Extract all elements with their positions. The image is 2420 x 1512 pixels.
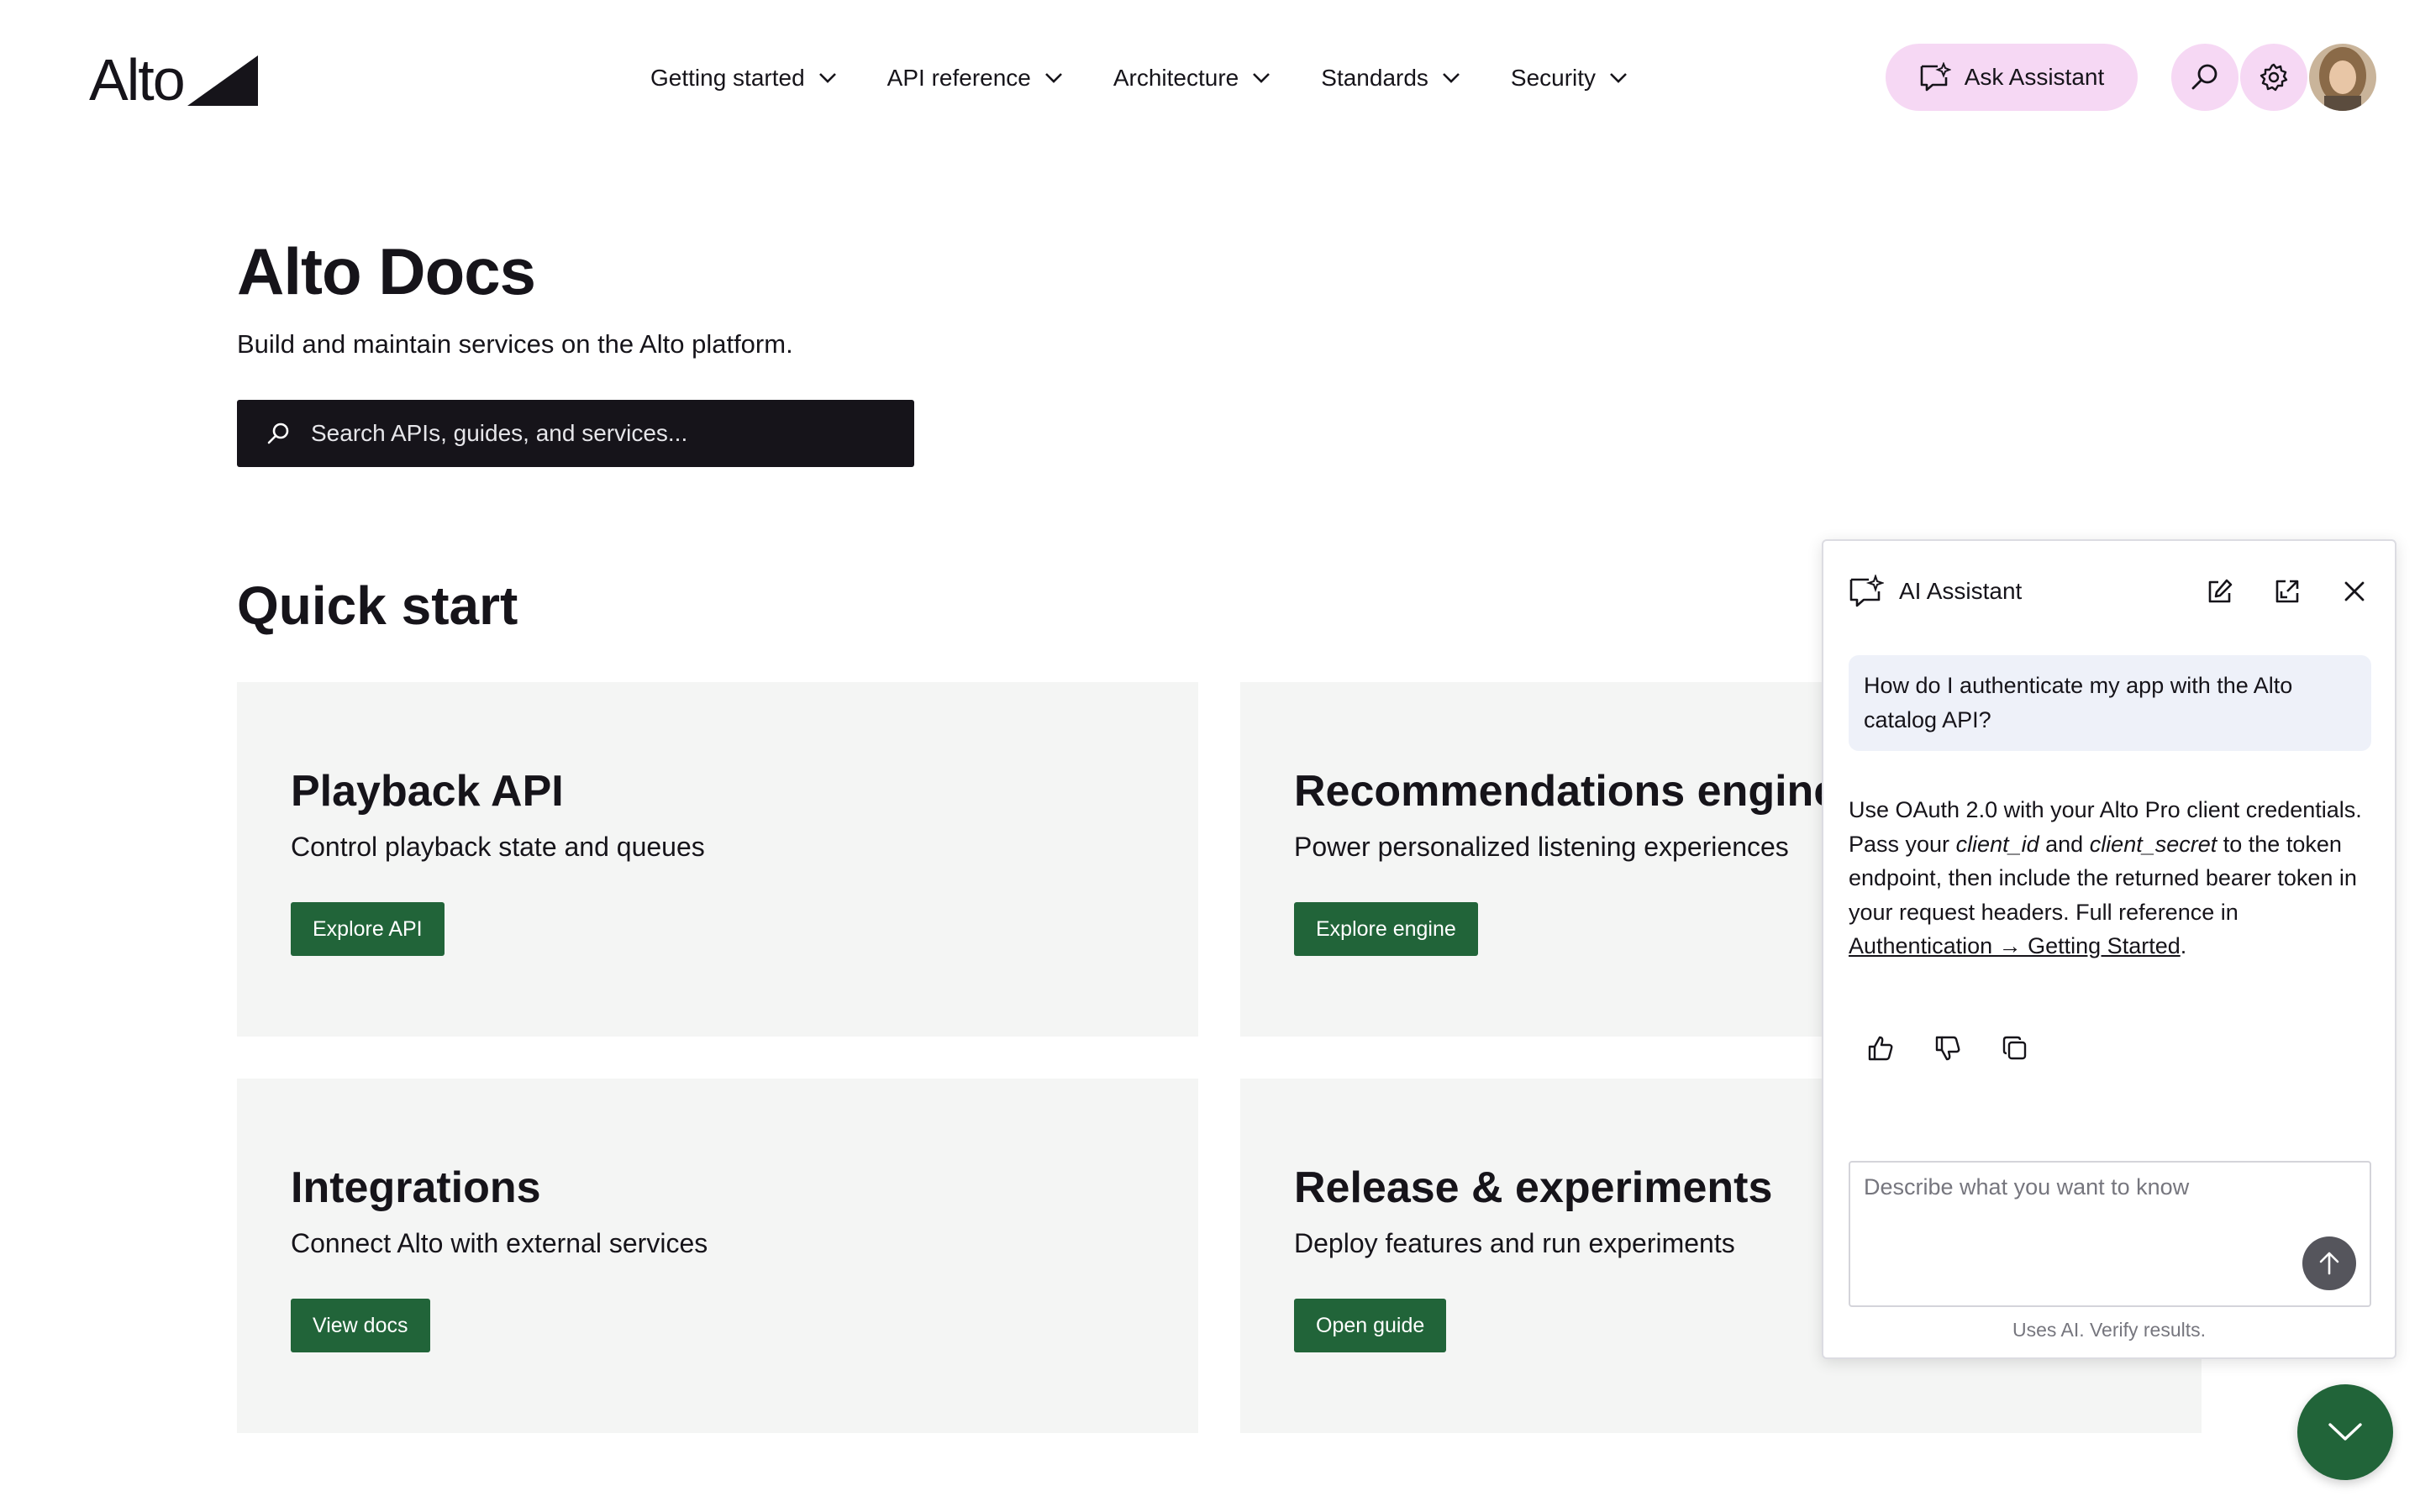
answer-text: .	[2180, 933, 2187, 958]
chevron-down-icon	[1442, 73, 1460, 83]
answer-code-client-id: client_id	[1955, 831, 2039, 857]
nav-label: Security	[1510, 65, 1597, 91]
card-title: Playback API	[291, 767, 564, 816]
copy-icon	[2002, 1036, 2027, 1060]
new-chat-button[interactable]	[2202, 573, 2238, 610]
ask-assistant-label: Ask Assistant	[1964, 64, 2105, 90]
view-docs-button[interactable]: View docs	[291, 1299, 430, 1352]
edit-icon	[2208, 579, 2233, 603]
alto-logo[interactable]: Alto	[89, 47, 258, 113]
card-description: Deploy features and run experiments	[1294, 1228, 1735, 1258]
logo-text: Alto	[89, 47, 186, 113]
site-header: Alto Getting started API reference Archi…	[0, 0, 2420, 156]
collapse-assistant-button[interactable]	[2297, 1384, 2393, 1480]
open-guide-button[interactable]: Open guide	[1294, 1299, 1447, 1352]
logo-mark-icon	[187, 55, 258, 106]
arrow-up-icon	[2319, 1252, 2339, 1275]
card-integrations: Integrations Connect Alto with external …	[237, 1079, 1198, 1433]
nav-label: Architecture	[1113, 65, 1239, 91]
nav-standards[interactable]: Standards	[1321, 65, 1460, 92]
docs-search-input[interactable]	[311, 420, 899, 447]
answer-feedback	[1862, 1030, 2064, 1067]
chevron-down-icon	[1610, 73, 1627, 83]
search-icon	[2191, 64, 2217, 90]
ai-assistant-panel: AI Assistant How do I authenticate my ap…	[1822, 539, 2396, 1359]
nav-label: API reference	[886, 65, 1031, 91]
panel-header: AI Assistant	[1849, 568, 2373, 615]
card-playback-api: Playback API Control playback state and …	[237, 682, 1198, 1037]
chevron-down-icon	[1044, 73, 1062, 83]
search-button[interactable]	[2171, 44, 2238, 111]
panel-actions	[2171, 573, 2373, 610]
message-input[interactable]	[1864, 1174, 2334, 1250]
thumbs-up-icon	[1868, 1036, 1893, 1061]
card-description: Power personalized listening experiences	[1294, 832, 1789, 862]
user-message: How do I authenticate my app with the Al…	[1849, 655, 2371, 751]
nav-label: Standards	[1321, 65, 1428, 91]
copy-answer-button[interactable]	[1996, 1030, 2033, 1067]
nav-getting-started[interactable]: Getting started	[650, 65, 837, 92]
expand-panel-button[interactable]	[2269, 573, 2306, 610]
settings-button[interactable]	[2240, 44, 2307, 111]
page-title: Alto Docs	[237, 234, 536, 308]
explore-engine-button[interactable]: Explore engine	[1294, 902, 1478, 956]
chat-sparkle-icon	[1849, 575, 1884, 607]
card-title: Release & experiments	[1294, 1163, 1773, 1212]
user-avatar[interactable]	[2309, 44, 2376, 111]
main-nav: Getting started API reference Architectu…	[650, 59, 1678, 97]
quick-start-heading: Quick start	[237, 575, 518, 636]
panel-title: AI Assistant	[1899, 578, 2023, 604]
explore-api-button[interactable]: Explore API	[291, 902, 445, 956]
thumbs-down-button[interactable]	[1929, 1030, 1966, 1067]
ai-disclaimer: Uses AI. Verify results.	[2012, 1319, 2207, 1341]
answer-text: and	[2039, 831, 2090, 857]
thumbs-up-button[interactable]	[1862, 1030, 1899, 1067]
card-title: Integrations	[291, 1163, 541, 1212]
card-description: Connect Alto with external services	[291, 1228, 708, 1258]
close-icon	[2344, 581, 2365, 601]
docs-search-bar[interactable]	[237, 400, 914, 467]
page-subtitle: Build and maintain services on the Alto …	[237, 329, 793, 359]
authentication-guide-link[interactable]: Authentication → Getting Started	[1849, 933, 2181, 958]
search-icon	[267, 423, 289, 444]
chevron-down-icon	[1253, 73, 1270, 83]
chevron-down-icon	[818, 73, 836, 83]
card-description: Control playback state and queues	[291, 832, 705, 862]
message-compose-box	[1849, 1161, 2371, 1307]
chevron-down-icon	[2328, 1423, 2362, 1441]
expand-icon	[2275, 580, 2299, 603]
send-message-button[interactable]	[2302, 1236, 2356, 1290]
avatar-photo	[2309, 44, 2376, 111]
answer-code-client-secret: client_secret	[2089, 831, 2217, 857]
chat-sparkle-icon	[1920, 62, 1951, 92]
card-title: Recommendations engine	[1294, 767, 1839, 816]
gear-icon	[2260, 63, 2288, 92]
nav-api-reference[interactable]: API reference	[887, 65, 1063, 92]
close-panel-button[interactable]	[2336, 573, 2373, 610]
assistant-answer: Use OAuth 2.0 with your Alto Pro client …	[1849, 793, 2370, 963]
nav-architecture[interactable]: Architecture	[1113, 65, 1270, 92]
nav-label: Getting started	[650, 65, 805, 91]
ask-assistant-button[interactable]: Ask Assistant	[1886, 44, 2138, 111]
thumbs-down-icon	[1935, 1036, 1960, 1061]
nav-security[interactable]: Security	[1511, 65, 1628, 92]
